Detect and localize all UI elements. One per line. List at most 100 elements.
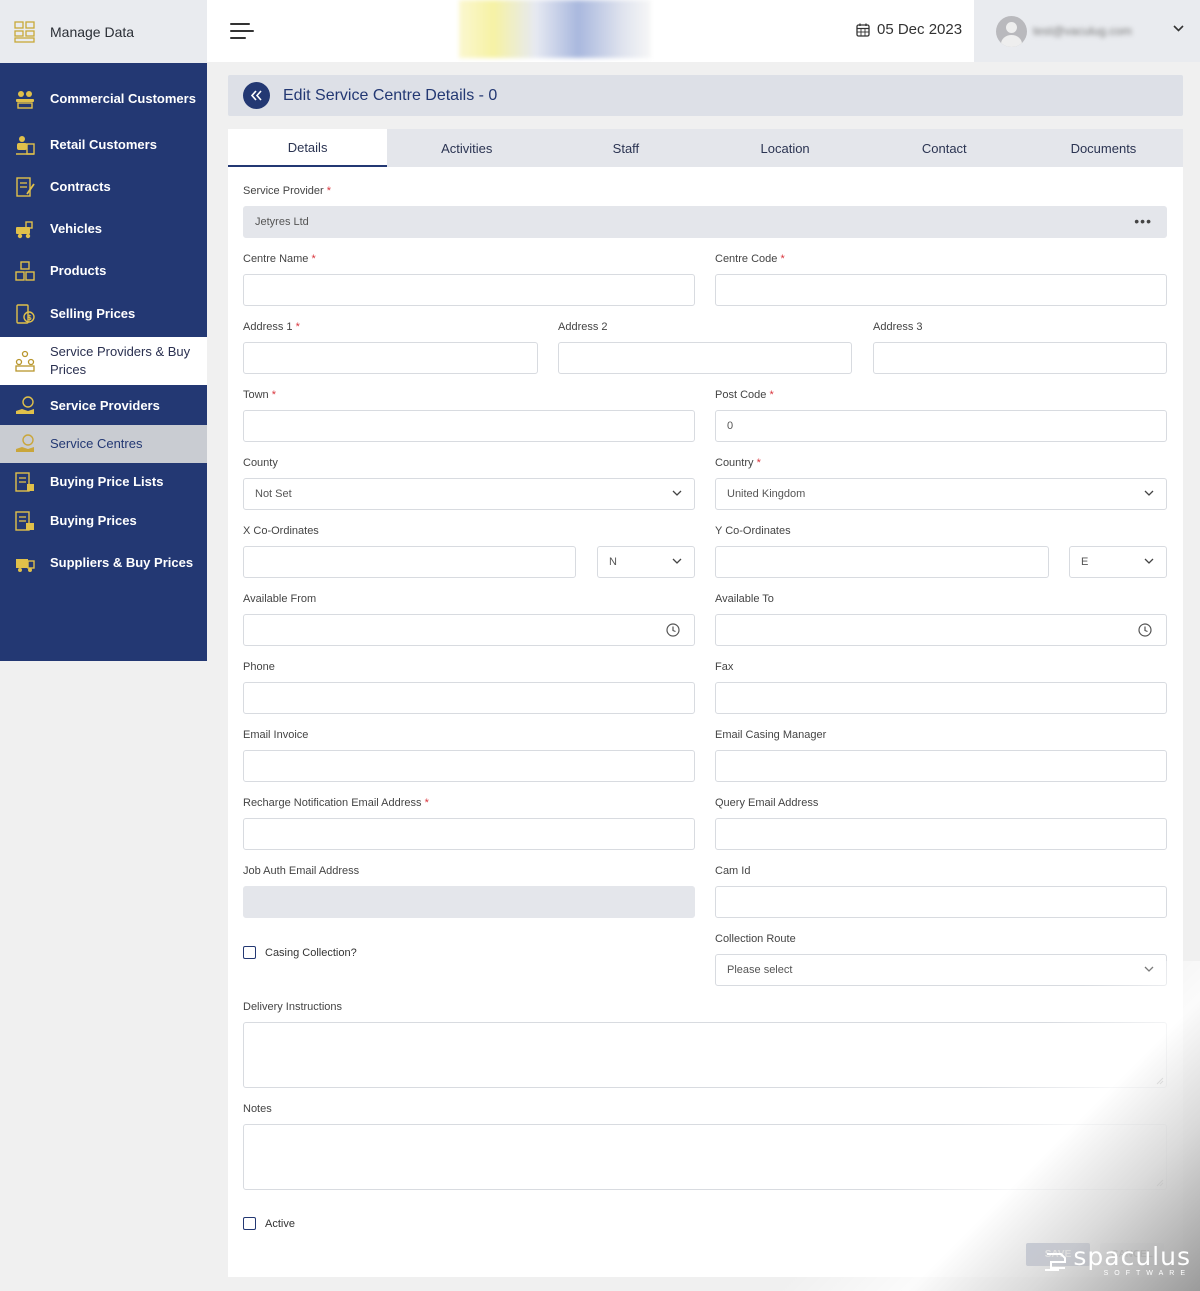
- sidebar-item-products[interactable]: Products: [0, 252, 207, 290]
- sidebar-item-label: Products: [50, 263, 107, 278]
- chevron-down-icon: [1144, 558, 1154, 564]
- available-from-input[interactable]: [243, 614, 695, 646]
- county-label: County: [243, 457, 278, 469]
- chevron-down-icon: [672, 490, 682, 496]
- sidebar-item-label: Commercial Customers: [50, 91, 196, 106]
- job-auth-email-label: Job Auth Email Address: [243, 865, 360, 877]
- query-email-input[interactable]: [715, 818, 1167, 850]
- tab-documents[interactable]: Documents: [1024, 129, 1183, 167]
- more-options-icon[interactable]: •••: [1134, 213, 1152, 229]
- collection-route-select[interactable]: Please select: [715, 954, 1167, 986]
- sidebar-item-retail-customers[interactable]: Retail Customers: [0, 126, 207, 164]
- available-to-input[interactable]: [715, 614, 1167, 646]
- sidebar-item-selling-prices[interactable]: $ Selling Prices: [0, 294, 207, 334]
- address3-input[interactable]: [873, 342, 1167, 374]
- tab-details[interactable]: Details: [228, 129, 388, 167]
- sidebar-item-service-centres[interactable]: Service Centres: [0, 425, 207, 463]
- service-providers-group-icon: [15, 350, 35, 372]
- x-direction-select[interactable]: N: [597, 546, 695, 578]
- sidebar-item-label: Service Centres: [50, 436, 143, 451]
- sidebar-item-label: Selling Prices: [50, 306, 136, 321]
- tab-staff[interactable]: Staff: [546, 129, 705, 167]
- products-icon: [15, 261, 35, 281]
- sidebar-item-vehicles[interactable]: Vehicles: [0, 210, 207, 248]
- fax-input[interactable]: [715, 682, 1167, 714]
- casing-collection-label: Casing Collection?: [265, 946, 357, 959]
- email-invoice-input[interactable]: [243, 750, 695, 782]
- sidebar-item-buying-price-lists[interactable]: Buying Price Lists: [0, 463, 207, 501]
- tab-activities[interactable]: Activities: [387, 129, 546, 167]
- country-value: United Kingdom: [727, 488, 806, 500]
- notes-textarea[interactable]: [243, 1124, 1167, 1190]
- address3-label: Address 3: [873, 321, 923, 333]
- contracts-icon: [16, 177, 35, 197]
- x-coordinates-input[interactable]: [243, 546, 576, 578]
- centre-code-input[interactable]: [715, 274, 1167, 306]
- sidebar-item-service-providers[interactable]: Service Providers: [0, 387, 207, 425]
- menu-toggle-icon[interactable]: [230, 21, 254, 41]
- service-provider-value: Jetyres Ltd: [255, 216, 309, 228]
- active-checkbox[interactable]: Active: [243, 1217, 295, 1230]
- sidebar-item-commercial-customers[interactable]: Commercial Customers: [0, 72, 207, 126]
- customers-icon: [16, 91, 34, 109]
- phone-input[interactable]: [243, 682, 695, 714]
- watermark-logo-icon: [1045, 1252, 1067, 1271]
- sidebar-item-label: Buying Prices: [50, 513, 137, 528]
- double-chevron-left-icon: [250, 90, 262, 101]
- user-email: test@vaculug.com: [1033, 24, 1132, 38]
- delivery-instructions-textarea[interactable]: [243, 1022, 1167, 1088]
- sidebar-item-contracts[interactable]: Contracts: [0, 168, 207, 206]
- email-casing-manager-input[interactable]: [715, 750, 1167, 782]
- sidebar-item-label: Service Providers & Buy Prices: [50, 344, 191, 377]
- sidebar-header[interactable]: Manage Data: [0, 0, 207, 63]
- x-coordinates-label: X Co-Ordinates: [243, 525, 319, 537]
- clock-icon[interactable]: [666, 623, 680, 637]
- centre-name-label: Centre Name *: [243, 253, 316, 265]
- sidebar-item-service-providers-buy-prices[interactable]: Service Providers & Buy Prices: [0, 337, 207, 385]
- buying-price-lists-icon: [15, 472, 34, 492]
- suppliers-icon: [16, 559, 35, 572]
- service-provider-field[interactable]: Jetyres Ltd •••: [243, 206, 1167, 238]
- address1-label: Address 1 *: [243, 321, 300, 333]
- user-menu[interactable]: test@vaculug.com: [974, 0, 1200, 62]
- county-select[interactable]: Not Set: [243, 478, 695, 510]
- centre-code-label: Centre Code *: [715, 253, 785, 265]
- tab-location[interactable]: Location: [706, 129, 865, 167]
- email-invoice-label: Email Invoice: [243, 729, 309, 741]
- casing-collection-checkbox[interactable]: Casing Collection?: [243, 946, 357, 959]
- resize-handle-icon[interactable]: [1156, 1077, 1164, 1085]
- country-select[interactable]: United Kingdom: [715, 478, 1167, 510]
- cam-id-label: Cam Id: [715, 865, 751, 877]
- checkbox-box[interactable]: [243, 946, 256, 959]
- checkbox-box[interactable]: [243, 1217, 256, 1230]
- country-label: Country *: [715, 457, 761, 469]
- centre-name-input[interactable]: [243, 274, 695, 306]
- y-direction-select[interactable]: E: [1069, 546, 1167, 578]
- page-title: Edit Service Centre Details - 0: [283, 86, 498, 104]
- email-casing-manager-label: Email Casing Manager: [715, 729, 827, 741]
- sidebar-item-suppliers-buy-prices[interactable]: Suppliers & Buy Prices: [0, 544, 207, 582]
- address2-input[interactable]: [558, 342, 852, 374]
- sidebar-item-buying-prices[interactable]: Buying Prices: [0, 502, 207, 540]
- recharge-email-input[interactable]: [243, 818, 695, 850]
- sidebar-item-label: Buying Price Lists: [50, 474, 164, 489]
- y-coordinates-input[interactable]: [715, 546, 1049, 578]
- town-input[interactable]: [243, 410, 695, 442]
- cam-id-input[interactable]: [715, 886, 1167, 918]
- resize-handle-icon[interactable]: [1156, 1179, 1164, 1187]
- active-label: Active: [265, 1217, 295, 1230]
- back-button[interactable]: [243, 82, 270, 109]
- clock-icon[interactable]: [1138, 623, 1152, 637]
- manage-data-icon: [14, 20, 35, 43]
- notes-label: Notes: [243, 1103, 272, 1115]
- job-auth-email-input: [243, 886, 695, 918]
- tab-bar: Details Activities Staff Location Contac…: [228, 129, 1183, 167]
- post-code-input[interactable]: 0: [715, 410, 1167, 442]
- tab-contact[interactable]: Contact: [865, 129, 1024, 167]
- query-email-label: Query Email Address: [715, 797, 819, 809]
- calendar-icon: [856, 23, 870, 37]
- svg-text:$: $: [27, 314, 32, 322]
- available-from-label: Available From: [243, 593, 317, 605]
- address1-input[interactable]: [243, 342, 538, 374]
- selling-prices-icon: $: [16, 304, 35, 324]
